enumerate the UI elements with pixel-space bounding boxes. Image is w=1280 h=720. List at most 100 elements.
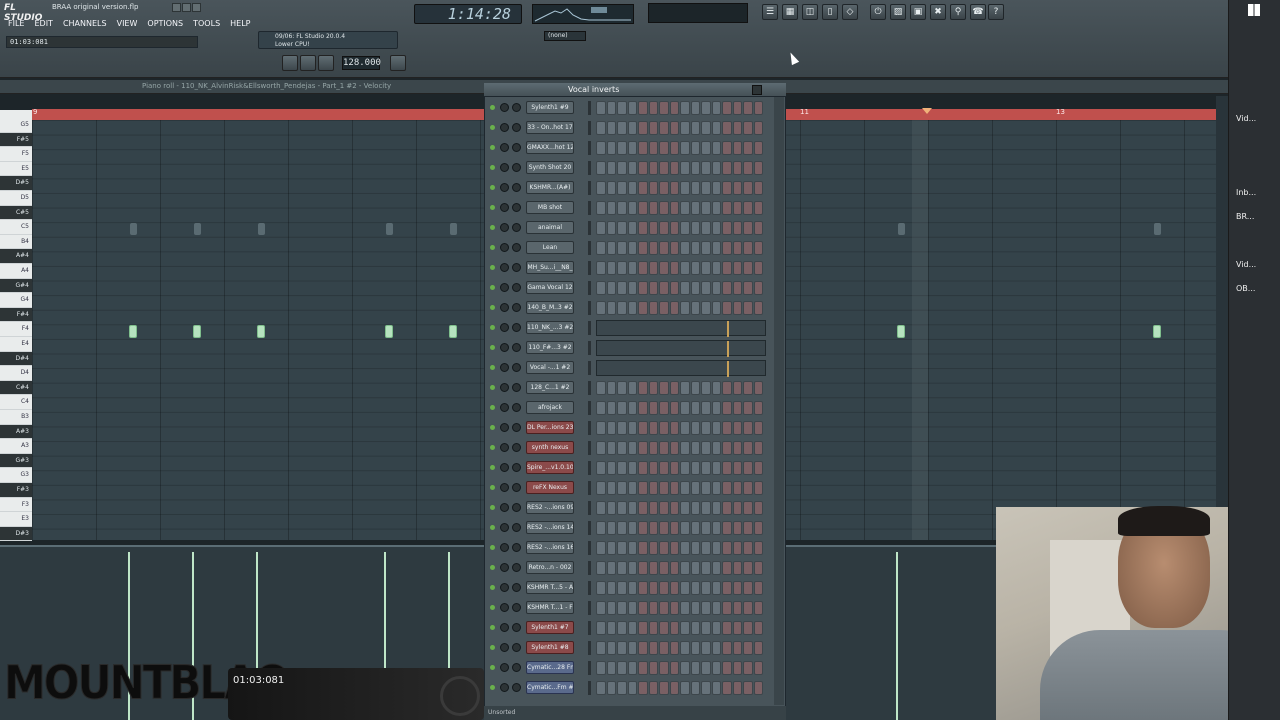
pan-knob[interactable] xyxy=(500,443,509,452)
step-button[interactable] xyxy=(680,141,690,155)
step-button[interactable] xyxy=(732,421,742,435)
step-button[interactable] xyxy=(638,661,648,675)
step-button[interactable] xyxy=(606,221,616,235)
piano-key[interactable]: D4 xyxy=(0,366,32,381)
step-button[interactable] xyxy=(606,601,616,615)
step-button[interactable] xyxy=(711,561,721,575)
step-button[interactable] xyxy=(680,661,690,675)
step-button[interactable] xyxy=(669,641,679,655)
step-button[interactable] xyxy=(732,161,742,175)
volume-knob[interactable] xyxy=(512,503,521,512)
step-button[interactable] xyxy=(596,641,606,655)
midi-note[interactable] xyxy=(449,325,457,338)
step-button[interactable] xyxy=(606,181,616,195)
step-button[interactable] xyxy=(606,201,616,215)
step-button[interactable] xyxy=(648,221,658,235)
volume-knob[interactable] xyxy=(512,123,521,132)
step-button[interactable] xyxy=(627,301,637,315)
pan-knob[interactable] xyxy=(500,623,509,632)
step-button[interactable] xyxy=(627,541,637,555)
channel-enable-led[interactable] xyxy=(490,125,495,130)
step-button[interactable] xyxy=(732,441,742,455)
step-button[interactable] xyxy=(596,401,606,415)
step-button[interactable] xyxy=(606,561,616,575)
channel-row[interactable]: Sylenth1 #9 xyxy=(488,98,770,118)
volume-knob[interactable] xyxy=(512,203,521,212)
piano-key[interactable]: C4 xyxy=(0,395,32,410)
volume-knob[interactable] xyxy=(512,543,521,552)
step-button[interactable] xyxy=(701,581,711,595)
step-button[interactable] xyxy=(606,101,616,115)
step-button[interactable] xyxy=(701,281,711,295)
step-button[interactable] xyxy=(753,621,763,635)
step-button[interactable] xyxy=(680,121,690,135)
channel-name-button[interactable]: KSHMR T...5 - A xyxy=(526,581,574,594)
step-button[interactable] xyxy=(690,561,700,575)
step-button[interactable] xyxy=(669,581,679,595)
step-button[interactable] xyxy=(627,621,637,635)
step-button[interactable] xyxy=(743,541,753,555)
step-button[interactable] xyxy=(711,301,721,315)
step-button[interactable] xyxy=(732,481,742,495)
step-button[interactable] xyxy=(732,121,742,135)
channel-enable-led[interactable] xyxy=(490,545,495,550)
channel-enable-led[interactable] xyxy=(490,525,495,530)
step-button[interactable] xyxy=(617,241,627,255)
channel-row[interactable]: afrojack xyxy=(488,398,770,418)
step-button[interactable] xyxy=(648,521,658,535)
channel-name-button[interactable]: anaimal xyxy=(526,221,574,234)
step-button[interactable] xyxy=(680,301,690,315)
step-button[interactable] xyxy=(648,681,658,695)
step-button[interactable] xyxy=(596,441,606,455)
channel-row[interactable]: Sylenth1 #8 xyxy=(488,638,770,658)
step-button[interactable] xyxy=(701,421,711,435)
taskbar-app[interactable]: OB... xyxy=(1232,280,1276,298)
step-button[interactable] xyxy=(617,521,627,535)
step-button[interactable] xyxy=(659,121,669,135)
step-button[interactable] xyxy=(711,481,721,495)
channel-name-button[interactable]: Spire_...v1.0.10 xyxy=(526,461,574,474)
step-button[interactable] xyxy=(701,481,711,495)
channel-enable-led[interactable] xyxy=(490,285,495,290)
channel-rack-scrollbar[interactable] xyxy=(774,97,784,705)
news-panel[interactable]: 09/06: FL Studio 20.0.4 Lower CPU! xyxy=(258,31,398,49)
pan-knob[interactable] xyxy=(500,243,509,252)
step-button[interactable] xyxy=(690,141,700,155)
step-button[interactable] xyxy=(680,581,690,595)
volume-knob[interactable] xyxy=(512,163,521,172)
channel-select-bar[interactable] xyxy=(588,441,591,455)
piano-key[interactable]: E3 xyxy=(0,512,32,527)
step-button[interactable] xyxy=(690,261,700,275)
velocity-bar[interactable] xyxy=(896,552,898,720)
step-button[interactable] xyxy=(743,661,753,675)
step-button[interactable] xyxy=(732,681,742,695)
step-button[interactable] xyxy=(627,421,637,435)
pan-knob[interactable] xyxy=(500,563,509,572)
step-button[interactable] xyxy=(627,501,637,515)
step-button[interactable] xyxy=(753,261,763,275)
midi-note[interactable] xyxy=(193,325,201,338)
step-button[interactable] xyxy=(753,481,763,495)
pan-knob[interactable] xyxy=(500,203,509,212)
channel-select-bar[interactable] xyxy=(588,201,591,215)
pan-knob[interactable] xyxy=(500,403,509,412)
step-button[interactable] xyxy=(606,541,616,555)
step-button[interactable] xyxy=(648,141,658,155)
channel-enable-led[interactable] xyxy=(490,505,495,510)
piano-keyboard[interactable]: G5 F#5 F5 E5 D#5 D5 C#5 C5 B4 A#4 A4 G#4 G4 F#4 F4 E4 D#… xyxy=(0,110,32,542)
channel-select-bar[interactable] xyxy=(588,281,591,295)
channel-rack-title[interactable]: Vocal inverts xyxy=(568,85,658,95)
pan-knob[interactable] xyxy=(500,343,509,352)
channel-row[interactable]: 110_NK_...3 #2 xyxy=(488,318,770,338)
step-button[interactable] xyxy=(638,181,648,195)
pan-knob[interactable] xyxy=(500,143,509,152)
step-button[interactable] xyxy=(732,541,742,555)
channel-row[interactable]: anaimal xyxy=(488,218,770,238)
channel-enable-led[interactable] xyxy=(490,405,495,410)
step-button[interactable] xyxy=(743,281,753,295)
step-button[interactable] xyxy=(627,461,637,475)
step-button[interactable] xyxy=(606,261,616,275)
step-button[interactable] xyxy=(627,261,637,275)
step-button[interactable] xyxy=(606,381,616,395)
step-button[interactable] xyxy=(701,201,711,215)
